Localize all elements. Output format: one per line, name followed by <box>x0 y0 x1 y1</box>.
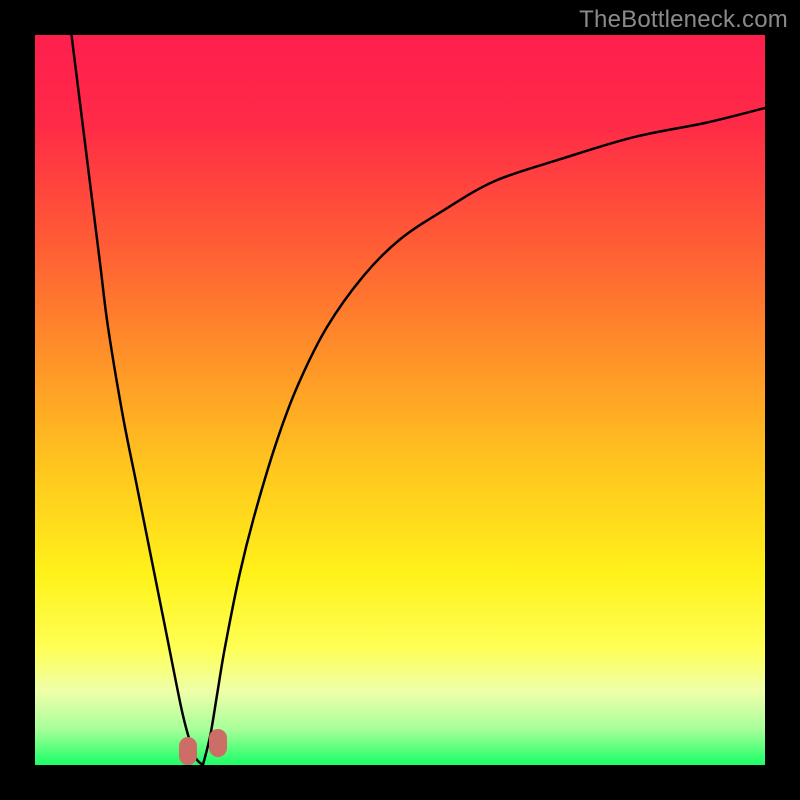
optimal-marker-left <box>179 737 197 765</box>
optimal-marker-right <box>209 729 227 757</box>
chart-frame: TheBottleneck.com <box>0 0 800 800</box>
bottleneck-curve <box>35 35 765 765</box>
watermark-text: TheBottleneck.com <box>579 6 788 34</box>
plot-area <box>35 35 765 765</box>
